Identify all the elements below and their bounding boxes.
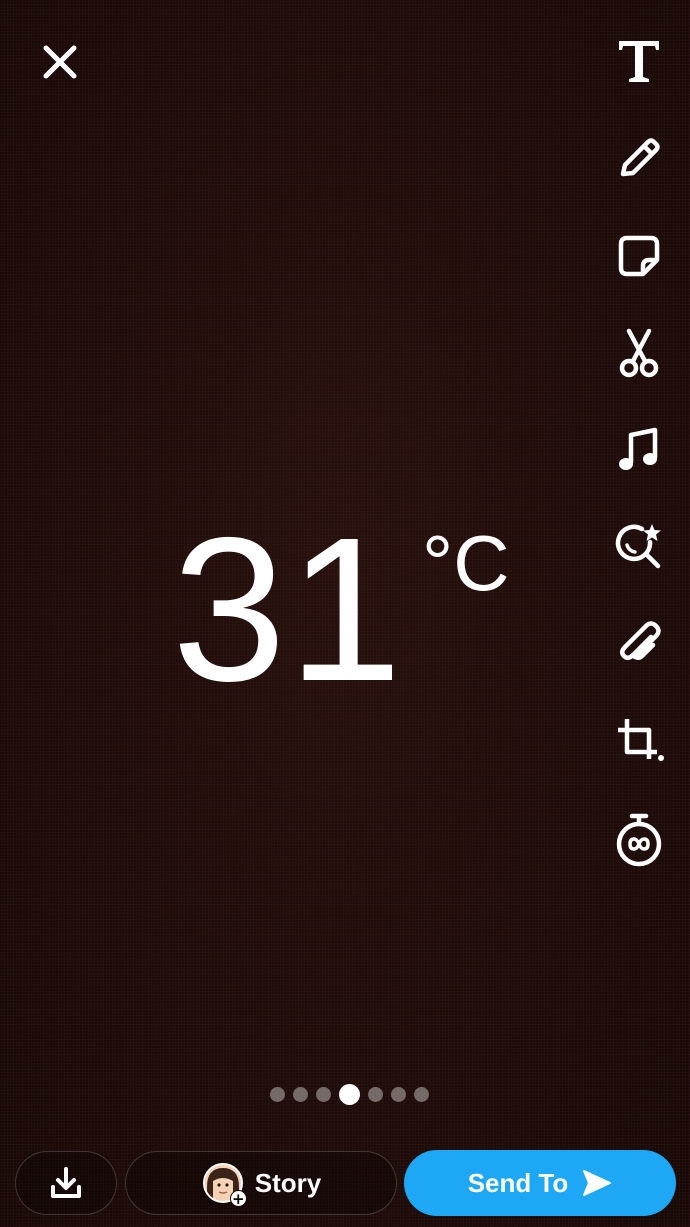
filter-pager — [270, 1083, 429, 1105]
lens-sparkle-icon — [615, 524, 661, 569]
save-button[interactable] — [15, 1151, 117, 1215]
text-tool-button[interactable] — [608, 30, 670, 92]
pager-dot[interactable] — [414, 1086, 429, 1102]
temperature-unit: °C — [422, 519, 510, 607]
scissors-tool-button[interactable] — [608, 322, 670, 384]
pager-dot[interactable] — [391, 1086, 406, 1102]
music-tool-button[interactable] — [608, 419, 670, 481]
timer-tool-button[interactable] — [608, 809, 670, 871]
pager-dot[interactable] — [293, 1086, 308, 1102]
text-icon — [619, 41, 659, 82]
sticker-icon — [618, 235, 660, 277]
snap-preview-screen: 31 °C + Story Send To — [0, 0, 690, 1227]
lens-tool-button[interactable] — [608, 516, 670, 578]
bottom-action-bar: + Story Send To — [0, 1148, 690, 1218]
close-icon — [43, 45, 77, 79]
story-label: Story — [254, 1167, 322, 1198]
temperature-value: 31 — [172, 495, 405, 724]
avatar-wrapper: + — [201, 1161, 247, 1207]
pencil-icon — [620, 138, 660, 177]
pager-dot[interactable] — [368, 1086, 383, 1102]
send-to-button[interactable]: Send To — [404, 1150, 676, 1216]
scissors-icon — [619, 328, 659, 378]
infinity-timer-icon — [616, 813, 662, 867]
pager-dot-active[interactable] — [339, 1083, 360, 1105]
pager-dot[interactable] — [316, 1086, 331, 1102]
paperclip-icon — [620, 621, 661, 660]
temperature-filter[interactable]: 31 °C — [172, 500, 532, 720]
send-arrow-icon — [583, 1170, 612, 1196]
download-icon — [51, 1167, 81, 1198]
my-story-button[interactable]: + Story — [125, 1151, 397, 1215]
crop-tool-button[interactable] — [608, 711, 670, 773]
close-button[interactable] — [34, 36, 86, 88]
send-to-label: Send To — [467, 1167, 569, 1198]
crop-icon — [618, 719, 664, 761]
pager-dot[interactable] — [270, 1086, 285, 1102]
add-plus-icon: + — [229, 1190, 247, 1207]
attach-link-tool-button[interactable] — [608, 614, 670, 676]
sticker-tool-button[interactable] — [608, 225, 670, 287]
draw-tool-button[interactable] — [608, 127, 670, 189]
music-note-icon — [619, 427, 658, 470]
